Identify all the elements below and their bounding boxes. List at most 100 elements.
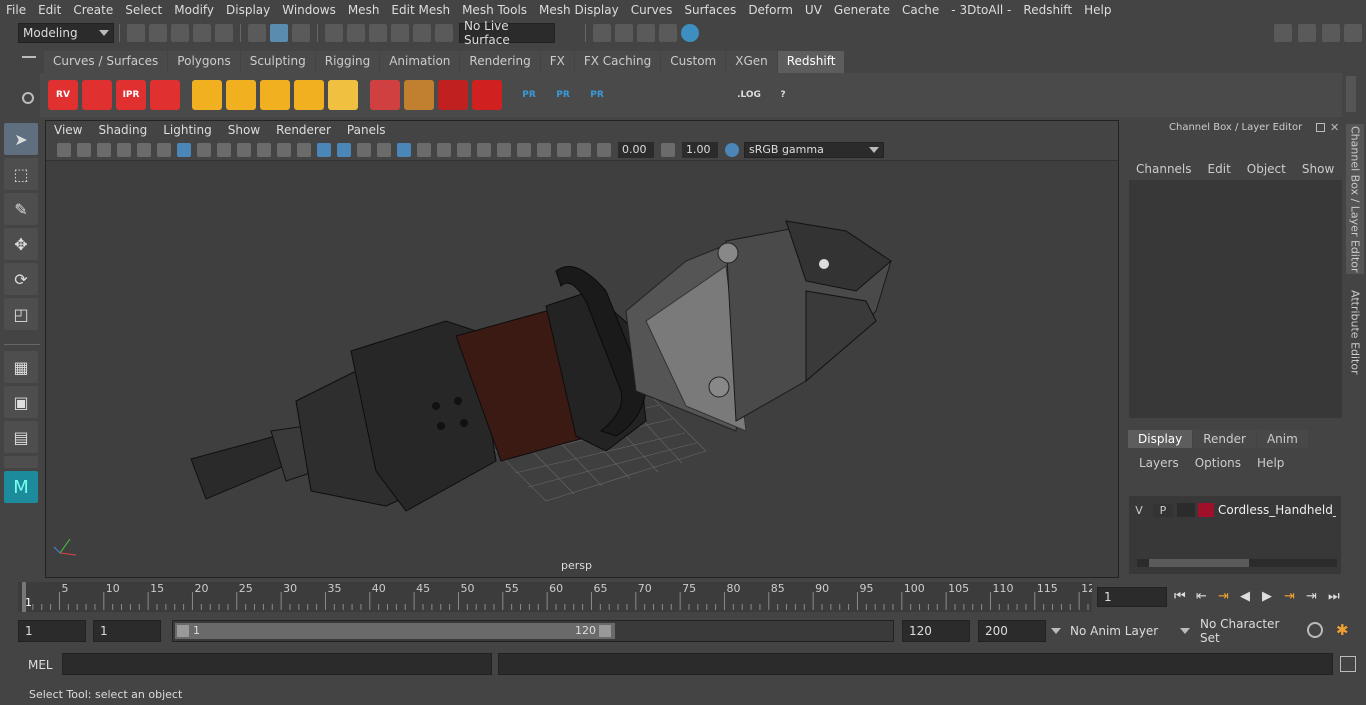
light-icon[interactable]: [192, 80, 222, 110]
rv-icon[interactable]: RV: [48, 80, 78, 110]
script-language-label[interactable]: MEL: [28, 658, 53, 672]
pr-swap-icon[interactable]: PR: [582, 80, 612, 110]
menu-generate[interactable]: Generate: [828, 3, 896, 17]
range-slider[interactable]: 1 120: [172, 620, 894, 642]
layer-menu-options[interactable]: Options: [1195, 456, 1241, 470]
ipr-render-icon[interactable]: [637, 24, 655, 42]
menu-select[interactable]: Select: [119, 3, 168, 17]
menu-deform[interactable]: Deform: [742, 3, 799, 17]
2d-pan-icon[interactable]: [137, 142, 151, 157]
shelf-settings-icon[interactable]: [22, 92, 34, 104]
layer-visibility-toggle[interactable]: V: [1129, 504, 1149, 517]
menu-cache[interactable]: Cache: [896, 3, 945, 17]
layer-scrollbar[interactable]: [1137, 559, 1337, 567]
lights-icon[interactable]: [417, 142, 431, 157]
shelf-tab-redshift[interactable]: Redshift: [777, 51, 845, 73]
code-icon[interactable]: [700, 80, 730, 110]
scale-tool-icon[interactable]: ◰: [4, 298, 38, 330]
anim-layer-arrow-icon[interactable]: [1051, 628, 1061, 634]
side-tab-attribute-editor[interactable]: Attribute Editor: [1346, 285, 1364, 380]
viewport-menu-lighting[interactable]: Lighting: [155, 123, 220, 137]
area-light-icon[interactable]: [226, 80, 256, 110]
snap-curve-icon[interactable]: [347, 24, 365, 42]
menu-surfaces[interactable]: Surfaces: [678, 3, 742, 17]
open-scene-icon[interactable]: [149, 24, 167, 42]
play-back-icon[interactable]: ◀: [1240, 589, 1258, 604]
snap-surface-icon[interactable]: [413, 24, 431, 42]
shelf-tab-animation[interactable]: Animation: [380, 51, 460, 73]
layer-tab-display[interactable]: Display: [1128, 430, 1193, 448]
image-plane-icon[interactable]: [117, 142, 131, 157]
ipr-icon[interactable]: IPR: [116, 80, 146, 110]
isolate-icon[interactable]: [537, 142, 551, 157]
viewport-menu-view[interactable]: View: [46, 123, 90, 137]
wireframe-icon[interactable]: [317, 142, 331, 157]
layer-menu-layers[interactable]: Layers: [1139, 456, 1179, 470]
render-view-icon[interactable]: [593, 24, 611, 42]
bookmark-icon[interactable]: [97, 142, 111, 157]
shelf-tab-fx[interactable]: FX: [540, 51, 574, 73]
paint-select-icon[interactable]: ✎: [4, 193, 38, 225]
save-scene-icon[interactable]: [171, 24, 189, 42]
render-sequence-icon[interactable]: [82, 80, 112, 110]
dome-light-icon[interactable]: [294, 80, 324, 110]
viewport-panel[interactable]: View Shading Lighting Show Renderer Panels 0.…: [45, 120, 1119, 578]
render-settings-icon[interactable]: [659, 24, 677, 42]
textured-icon[interactable]: [377, 142, 391, 157]
goto-end-icon[interactable]: ⏭: [1328, 589, 1346, 604]
select-object-icon[interactable]: [270, 24, 288, 42]
pr-export-icon[interactable]: PR: [548, 80, 578, 110]
viewport-menu-renderer[interactable]: Renderer: [268, 123, 339, 137]
side-tab-channel-box[interactable]: Channel Box / Layer Editor: [1346, 124, 1364, 274]
goto-start-icon[interactable]: ⏮: [1174, 589, 1192, 604]
channel-menu-show[interactable]: Show: [1302, 162, 1334, 176]
sun-light-icon[interactable]: [328, 80, 358, 110]
film-gate-icon[interactable]: [197, 142, 211, 157]
live-surface-field[interactable]: No Live Surface: [459, 19, 555, 47]
menu-mesh-tools[interactable]: Mesh Tools: [456, 3, 533, 17]
panel-float-icon[interactable]: [1316, 123, 1325, 132]
four-pane-icon[interactable]: ▣: [4, 386, 38, 418]
toggle-panel3-icon[interactable]: [1344, 24, 1362, 42]
color-management-icon[interactable]: [725, 142, 739, 157]
layer-color-swatch[interactable]: [1198, 503, 1214, 517]
menu-modify[interactable]: Modify: [168, 3, 220, 17]
bake-icon[interactable]: [624, 80, 654, 110]
gate-mask-icon[interactable]: [237, 142, 251, 157]
layer-row[interactable]: V P Cordless_Handheld_Sp: [1129, 500, 1341, 520]
layer-type-toggle[interactable]: [1177, 503, 1195, 517]
panel-close-icon[interactable]: ✕: [1330, 121, 1339, 134]
layer-menu-help[interactable]: Help: [1257, 456, 1284, 470]
toggle-panel2-icon[interactable]: [1322, 24, 1340, 42]
new-scene-icon[interactable]: [127, 24, 145, 42]
layout-icon[interactable]: [4, 456, 38, 468]
step-forward-key-icon[interactable]: ⇥: [1306, 589, 1324, 604]
command-input[interactable]: [62, 653, 492, 675]
step-forward-frame-icon[interactable]: ⇥: [1284, 589, 1302, 604]
select-component-icon[interactable]: [292, 24, 310, 42]
render-frame-icon[interactable]: [615, 24, 633, 42]
menu-create[interactable]: Create: [67, 3, 119, 17]
script-editor-icon[interactable]: [1340, 656, 1356, 672]
step-back-frame-icon[interactable]: ⇥: [1218, 589, 1236, 604]
log-icon[interactable]: .LOG: [734, 80, 764, 110]
shelf-scroll[interactable]: [1346, 76, 1356, 112]
scene-start-field[interactable]: 1: [18, 620, 86, 642]
color-space-select[interactable]: sRGB gamma: [744, 141, 884, 158]
gamma-icon[interactable]: [661, 142, 675, 157]
shelf-tab-fx-caching[interactable]: FX Caching: [574, 51, 661, 73]
menu-mesh[interactable]: Mesh: [342, 3, 386, 17]
channel-menu-object[interactable]: Object: [1247, 162, 1286, 176]
lasso-tool-icon[interactable]: ⬚: [4, 158, 38, 190]
viewport-menu-shading[interactable]: Shading: [90, 123, 155, 137]
layer-tab-render[interactable]: Render: [1193, 430, 1256, 448]
gamma-field[interactable]: 1.00: [682, 141, 718, 158]
spot-light-icon[interactable]: [260, 80, 290, 110]
snap-center-icon[interactable]: [435, 24, 453, 42]
shelf-tab-sculpting[interactable]: Sculpting: [240, 51, 315, 73]
menu-redshift[interactable]: Redshift: [1017, 3, 1078, 17]
select-tool-icon[interactable]: ➤: [4, 123, 38, 155]
anim-layer-select[interactable]: No Anim Layer: [1066, 620, 1192, 642]
proxy-icon[interactable]: [370, 80, 400, 110]
channel-menu-channels[interactable]: Channels: [1136, 162, 1192, 176]
